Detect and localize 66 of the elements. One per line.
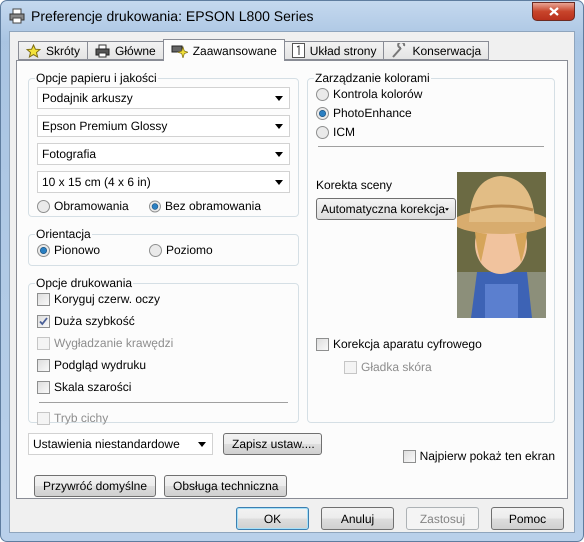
checkbox[interactable] xyxy=(37,314,50,328)
printer-icon xyxy=(95,44,110,58)
page-number-icon xyxy=(292,43,305,58)
dropdown[interactable]: 10 x 15 cm (4 x 6 in) xyxy=(37,171,290,193)
group-title: Zarządzanie kolorami xyxy=(314,71,431,85)
checkbox-label: Duża szybkość xyxy=(54,314,135,328)
checkbox-label: Koryguj czerw. oczy xyxy=(54,292,160,306)
group-title: Opcje drukowania xyxy=(35,276,134,290)
radio-button[interactable] xyxy=(316,88,329,100)
tab[interactable]: Układ strony xyxy=(284,41,384,60)
checkbox[interactable] xyxy=(316,338,329,350)
radio-label: ICM xyxy=(333,125,355,139)
settings-dropdown[interactable]: Ustawienia niestandardowe xyxy=(28,433,213,455)
scene-correction-dropdown[interactable]: Automatyczna korekcja xyxy=(316,198,456,220)
wrench-icon xyxy=(391,43,408,58)
dropdown-caret-icon xyxy=(275,96,283,100)
dropdown-caret-icon xyxy=(275,124,283,128)
checkbox-label: Skala szarości xyxy=(54,380,132,394)
save-settings-button[interactable]: Zapisz ustaw.... xyxy=(223,433,322,455)
radio-label: Kontrola kolorów xyxy=(333,87,422,101)
checkbox[interactable] xyxy=(402,450,416,462)
radio-button[interactable] xyxy=(37,244,50,256)
checkbox-label: Gładka skóra xyxy=(361,360,432,374)
radio-label: Pionowo xyxy=(54,243,100,257)
radio-button[interactable] xyxy=(149,200,161,212)
radio-button[interactable] xyxy=(316,126,329,138)
dropdown[interactable]: Epson Premium Glossy xyxy=(37,115,290,137)
dropdown-caret-icon xyxy=(198,442,206,446)
window-title: Preferencje drukowania: EPSON L800 Series xyxy=(31,8,314,24)
checkbox[interactable] xyxy=(37,358,50,372)
tab[interactable]: Skróty xyxy=(18,41,88,60)
dropdown[interactable]: Fotografia xyxy=(37,143,290,165)
dialog-button[interactable]: Pomoc xyxy=(491,507,564,530)
close-button[interactable] xyxy=(532,2,575,20)
radio-button[interactable] xyxy=(37,200,50,212)
dropdown[interactable]: Podajnik arkuszy xyxy=(37,87,290,109)
tab[interactable]: Główne xyxy=(87,41,164,60)
checkbox[interactable] xyxy=(37,380,50,394)
scene-correction-label: Korekta sceny xyxy=(316,178,394,192)
dropdown-caret-icon xyxy=(275,180,283,184)
radio-button[interactable] xyxy=(316,106,329,120)
dropdown-caret-icon xyxy=(445,206,449,212)
radio-button[interactable] xyxy=(149,244,162,256)
tab[interactable]: Konserwacja xyxy=(383,41,490,60)
radio-label: Bez obramowania xyxy=(164,199,261,213)
group-title: Opcje papieru i jakości xyxy=(35,71,158,85)
close-icon xyxy=(548,6,558,16)
printer-icon xyxy=(9,8,25,24)
action-button[interactable]: Przywróć domyślne xyxy=(34,475,156,497)
checkbox[interactable] xyxy=(37,292,50,306)
checkbox-label: Najpierw pokaż ten ekran xyxy=(420,449,555,463)
checkbox-label: Tryb cichy xyxy=(54,411,108,425)
dialog-button[interactable]: Anuluj xyxy=(321,507,394,530)
tab[interactable]: Zaawansowane xyxy=(162,39,285,61)
group-title: Orientacja xyxy=(35,227,92,241)
radio-label: PhotoEnhance xyxy=(333,106,412,120)
checkbox-label: Korekcja aparatu cyfrowego xyxy=(333,337,482,351)
dialog-button[interactable]: OK xyxy=(236,507,309,530)
radio-label: Poziomo xyxy=(166,243,213,257)
action-button[interactable]: Obsługa techniczna xyxy=(164,475,288,497)
checkbox-label: Podgląd wydruku xyxy=(54,358,146,372)
checkbox-label: Wygładzanie krawędzi xyxy=(54,336,174,350)
printer-sparkle-icon xyxy=(170,43,188,58)
radio-label: Obramowania xyxy=(54,199,129,213)
dropdown-caret-icon xyxy=(275,152,283,156)
star-icon xyxy=(26,44,41,58)
